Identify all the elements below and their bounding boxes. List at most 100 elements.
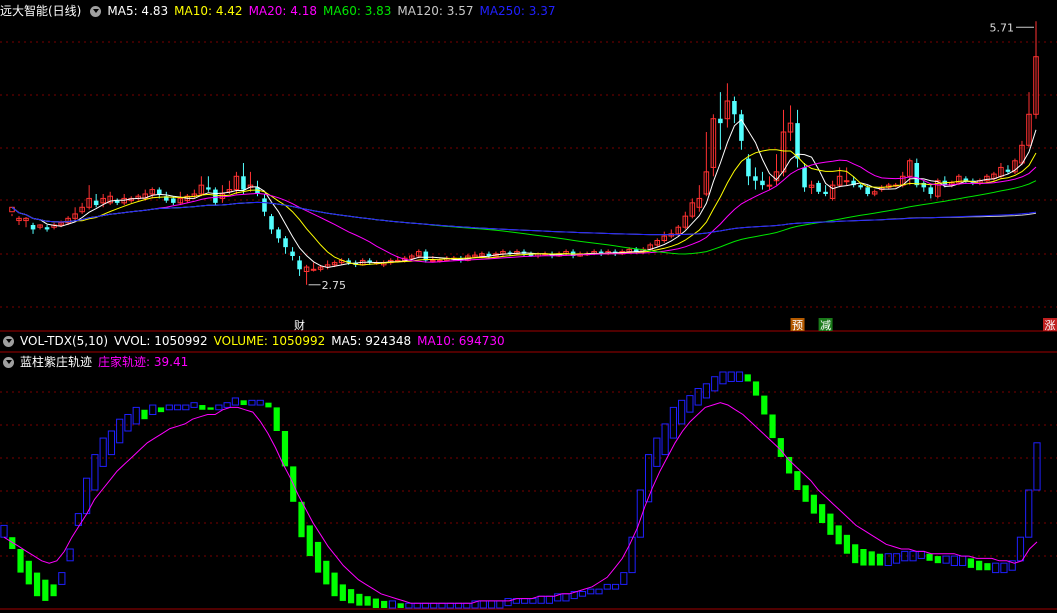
indicator-bar-up bbox=[107, 430, 116, 456]
candle-body bbox=[914, 163, 920, 186]
indicator-bar-down bbox=[794, 471, 801, 490]
indicator-bar-up bbox=[438, 602, 446, 609]
candle-body bbox=[44, 227, 50, 230]
indicator-bar-up bbox=[661, 423, 669, 456]
indicator-bar-down bbox=[199, 405, 206, 410]
indicator-bar-up bbox=[959, 555, 967, 567]
indicator-bar-up bbox=[165, 404, 173, 411]
candle-body bbox=[276, 229, 281, 239]
indicator-bar-down bbox=[860, 549, 867, 566]
stock-title: 远大智能(日线) bbox=[0, 4, 82, 18]
indicator-bar-up bbox=[950, 555, 958, 567]
indicator-bar-down bbox=[265, 402, 272, 408]
indicator-bar-up bbox=[1025, 489, 1033, 538]
indicator-bar-down bbox=[802, 485, 809, 502]
indicator-bar-down bbox=[827, 513, 834, 535]
indicator-bar-up bbox=[611, 583, 620, 590]
candle-body bbox=[823, 191, 828, 194]
indicator-bar-down bbox=[306, 525, 313, 557]
indicator-bar-up bbox=[231, 397, 239, 406]
indicator-bar-up bbox=[711, 376, 719, 392]
vol-ma5-value: MA5: 924348 bbox=[331, 334, 412, 348]
indicator-bar-up bbox=[99, 437, 107, 467]
indicator-bar-up bbox=[223, 402, 231, 408]
indicator-bar-up bbox=[620, 572, 628, 585]
candle-body bbox=[30, 225, 36, 230]
candle-body bbox=[430, 259, 436, 262]
chevron-down-icon[interactable] bbox=[3, 356, 14, 368]
indicator-bar-up bbox=[182, 404, 190, 411]
indicator-bar-down bbox=[281, 431, 289, 467]
indicator-bar-down bbox=[9, 537, 16, 549]
chart-canvas: 5.71 2.75 财 预 减 涨 bbox=[0, 21, 1057, 610]
indicator-bar-down bbox=[50, 584, 57, 597]
indicator-bar-down bbox=[17, 549, 24, 573]
indicator-bar-up bbox=[124, 413, 132, 432]
candle-body bbox=[858, 185, 863, 188]
indicator-bar-down bbox=[25, 560, 32, 585]
indicator-bar-up bbox=[58, 572, 66, 585]
chevron-down-icon[interactable] bbox=[3, 335, 14, 347]
indicator-bar-up bbox=[587, 588, 595, 595]
indicator-header: 蓝柱紫庄轨迹 庄家轨迹: 39.41 bbox=[0, 353, 194, 371]
indicator-bar-up bbox=[727, 371, 735, 382]
indicator-bar-up bbox=[173, 404, 182, 411]
ma5-value: MA5: 4.83 bbox=[107, 4, 169, 18]
indicator-bar-down bbox=[752, 381, 760, 396]
indicator-bar-up bbox=[892, 553, 901, 564]
indicator-bar-down bbox=[744, 374, 751, 382]
candle-body bbox=[746, 158, 751, 177]
candle-body bbox=[865, 187, 870, 194]
indicator-bar-up bbox=[149, 404, 157, 415]
indicator-bar-up bbox=[421, 602, 430, 609]
indicator-bar-up bbox=[487, 600, 496, 609]
candle-body bbox=[290, 251, 295, 256]
indicator-bar-down bbox=[835, 525, 842, 545]
indicator-bar-up bbox=[66, 548, 74, 562]
indicator-bar-up bbox=[454, 602, 463, 609]
candle-body bbox=[963, 178, 969, 181]
indicator-bar-down bbox=[157, 407, 165, 413]
indicator-bar-down bbox=[33, 572, 41, 597]
indicator-bar-up bbox=[91, 454, 99, 491]
indicator-bar-up bbox=[405, 602, 413, 609]
indicator-bar-up bbox=[413, 602, 421, 609]
indicator-bar-down bbox=[984, 563, 991, 571]
vol-ma10-value: MA10: 694730 bbox=[417, 334, 505, 348]
candle-body bbox=[93, 200, 99, 206]
indicator-bar-up bbox=[628, 536, 636, 574]
candle-body bbox=[802, 167, 807, 188]
candle-body bbox=[816, 182, 821, 192]
indicator-bar-down bbox=[381, 600, 388, 608]
indicator-bar-down bbox=[868, 551, 875, 566]
volume-value: VOLUME: 1050992 bbox=[213, 334, 326, 348]
indicator-bar-up bbox=[248, 399, 256, 406]
indicator-bar-up bbox=[479, 600, 487, 609]
indicator-bar-up bbox=[653, 437, 661, 467]
indicator-bar-down bbox=[967, 558, 974, 568]
indicator-bar-down bbox=[331, 572, 338, 597]
candle-body bbox=[928, 187, 934, 194]
event-marker: 涨 bbox=[1045, 319, 1056, 332]
min-price-label: 2.75 bbox=[322, 279, 347, 292]
indicator-bar-up bbox=[430, 602, 438, 609]
indicator-bar-up bbox=[884, 553, 892, 567]
indicator-bar-down bbox=[356, 593, 363, 606]
indicator-bar-up bbox=[0, 524, 8, 538]
candle-body bbox=[206, 187, 211, 190]
indicator-bar-up bbox=[644, 454, 653, 503]
candle-body bbox=[795, 123, 800, 159]
indicator-bar-up bbox=[678, 399, 686, 425]
candle-body bbox=[269, 216, 274, 230]
indicator-bar-up bbox=[215, 404, 223, 411]
vvol-value: VVOL: 1050992 bbox=[114, 334, 208, 348]
indicator-bar-up bbox=[529, 598, 537, 604]
event-marker: 财 bbox=[294, 318, 305, 332]
indicator-bar-down bbox=[323, 560, 330, 585]
indicator-bar-up bbox=[1016, 536, 1025, 562]
indicator-bar-down bbox=[819, 504, 826, 524]
indicator-bar-down bbox=[339, 584, 346, 601]
candle-body bbox=[157, 189, 162, 194]
chevron-down-icon[interactable] bbox=[90, 5, 102, 17]
candle-body bbox=[114, 200, 120, 203]
